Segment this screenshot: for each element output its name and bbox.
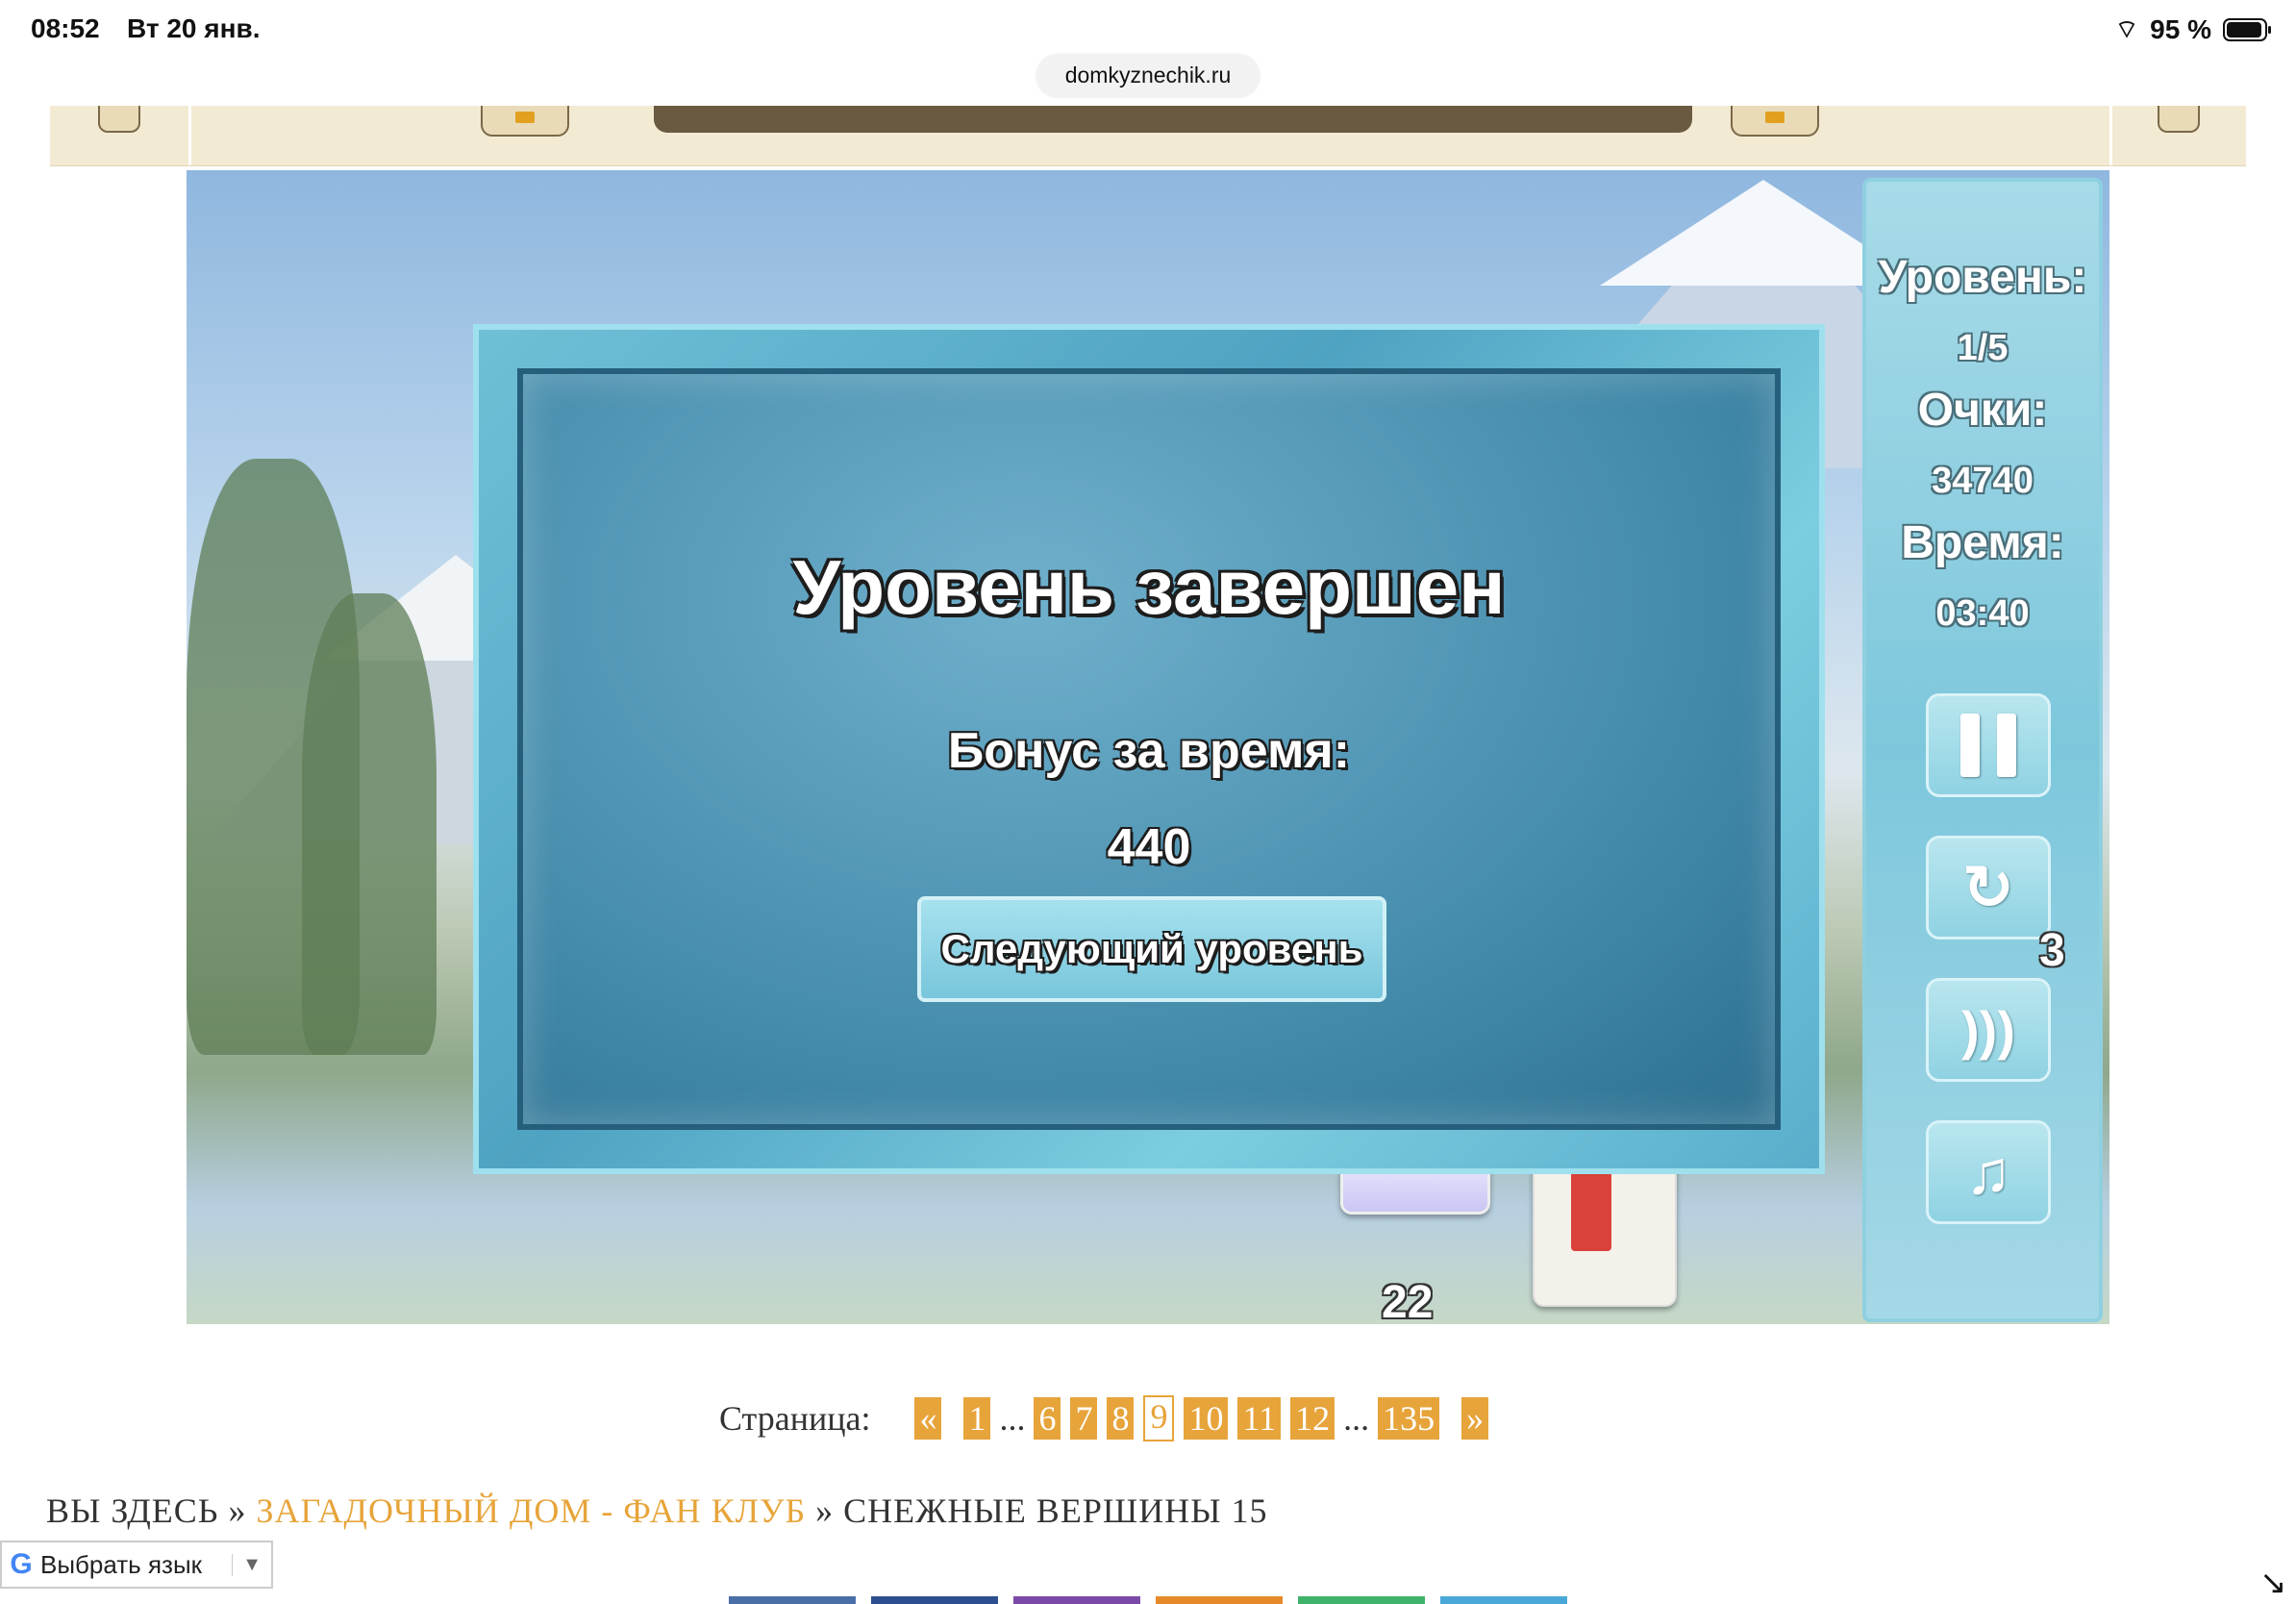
page-link[interactable]: 8 xyxy=(1107,1397,1135,1440)
restart-count: 3 xyxy=(2039,925,2065,976)
page-ellipsis: ... xyxy=(1343,1399,1370,1438)
battery-percent: 95 % xyxy=(2150,13,2211,44)
share-button[interactable] xyxy=(1156,1596,1283,1604)
share-button[interactable] xyxy=(1298,1596,1425,1604)
music-button[interactable]: ♫ xyxy=(1926,1120,2051,1224)
status-bar: 08:52 Вт 20 янв. ⌔ 95 % xyxy=(0,0,2296,62)
url-bar[interactable]: domkyznechik.ru xyxy=(1036,54,1260,96)
pagination-label: Страница: xyxy=(719,1399,871,1438)
banner-right-tab[interactable] xyxy=(2158,106,2200,133)
banner-crown-tab-left[interactable] xyxy=(481,106,569,137)
share-button[interactable] xyxy=(1013,1596,1140,1604)
time-label: Время: xyxy=(1901,517,2064,568)
next-level-button[interactable]: Следующий уровень xyxy=(917,896,1386,1002)
resize-handle-icon[interactable]: ↘ xyxy=(2259,1564,2287,1602)
level-complete-dialog: Уровень завершен Бонус за время: 440 Сле… xyxy=(473,324,1825,1174)
deck-count: 22 xyxy=(1382,1277,1434,1324)
share-button[interactable] xyxy=(871,1596,998,1604)
time-value: 03:40 xyxy=(1935,593,2030,634)
share-button[interactable] xyxy=(729,1596,856,1604)
breadcrumb-link[interactable]: ЗАГАДОЧНЫЙ ДОМ - ФАН КЛУБ xyxy=(256,1491,806,1530)
page-next[interactable]: » xyxy=(1461,1397,1489,1440)
time-bonus-value: 440 xyxy=(1107,819,1191,875)
side-panel: Уровень: 1/5 Очки: 34740 Время: 03:40 ↻ … xyxy=(1862,178,2103,1322)
banner-button[interactable] xyxy=(654,106,1692,133)
breadcrumb-sep: » xyxy=(228,1491,247,1530)
battery-icon xyxy=(2223,17,2271,41)
banner-divider xyxy=(188,106,191,165)
banner-divider xyxy=(2109,106,2112,165)
status-time: 08:52 xyxy=(31,13,100,43)
breadcrumb: ВЫ ЗДЕСЬ » ЗАГАДОЧНЫЙ ДОМ - ФАН КЛУБ » С… xyxy=(46,1491,1268,1531)
score-value: 34740 xyxy=(1932,461,2034,501)
page-link[interactable]: 135 xyxy=(1378,1397,1440,1440)
page-link[interactable]: 7 xyxy=(1070,1397,1098,1440)
dialog-title: Уровень завершен xyxy=(792,544,1506,630)
status-date: Вт 20 янв. xyxy=(127,13,261,43)
banner-crown-tab-right[interactable] xyxy=(1731,106,1819,137)
language-select-label: Выбрать язык xyxy=(40,1549,203,1579)
site-banner xyxy=(50,106,2246,166)
page-ellipsis: ... xyxy=(999,1399,1026,1438)
page-link[interactable]: 10 xyxy=(1184,1397,1229,1440)
page-link[interactable]: 6 xyxy=(1034,1397,1061,1440)
breadcrumb-current: СНЕЖНЫЕ ВЕРШИНЫ 15 xyxy=(843,1491,1268,1530)
tree xyxy=(302,593,437,1055)
wifi-icon: ⌔ xyxy=(2114,14,2139,43)
restart-icon: ↻ xyxy=(1962,852,2014,922)
sound-icon: ))) xyxy=(1961,999,2015,1061)
language-select[interactable]: G Выбрать язык ▼ xyxy=(0,1541,273,1589)
banner-left-tab[interactable] xyxy=(98,106,140,133)
time-bonus-label: Бонус за время: xyxy=(947,723,1351,779)
level-value: 1/5 xyxy=(1957,328,2009,368)
level-label: Уровень: xyxy=(1878,252,2087,303)
pause-icon xyxy=(1960,714,2016,777)
share-button[interactable] xyxy=(1440,1596,1567,1604)
restart-button[interactable]: ↻ xyxy=(1926,836,2051,940)
crown-icon xyxy=(1765,112,1784,123)
page-link[interactable]: 1 xyxy=(963,1397,991,1440)
google-icon: G xyxy=(10,1548,33,1580)
page-current: 9 xyxy=(1143,1395,1175,1441)
breadcrumb-prefix: ВЫ ЗДЕСЬ xyxy=(46,1491,219,1530)
pause-button[interactable] xyxy=(1926,693,2051,797)
crown-icon xyxy=(515,112,535,123)
page-prev[interactable]: « xyxy=(914,1397,942,1440)
pagination: Страница: « 1 ... 6 7 8 9 10 11 12 ... 1… xyxy=(719,1394,1506,1442)
music-icon: ♫ xyxy=(1965,1138,2011,1207)
page-link[interactable]: 12 xyxy=(1290,1397,1335,1440)
score-label: Очки: xyxy=(1917,385,2048,436)
dropdown-arrow-icon: ▼ xyxy=(232,1553,271,1576)
sound-button[interactable]: ))) xyxy=(1926,978,2051,1082)
breadcrumb-sep: » xyxy=(815,1491,835,1530)
page-link[interactable]: 11 xyxy=(1237,1397,1282,1440)
status-right: ⌔ 95 % xyxy=(2114,13,2271,45)
